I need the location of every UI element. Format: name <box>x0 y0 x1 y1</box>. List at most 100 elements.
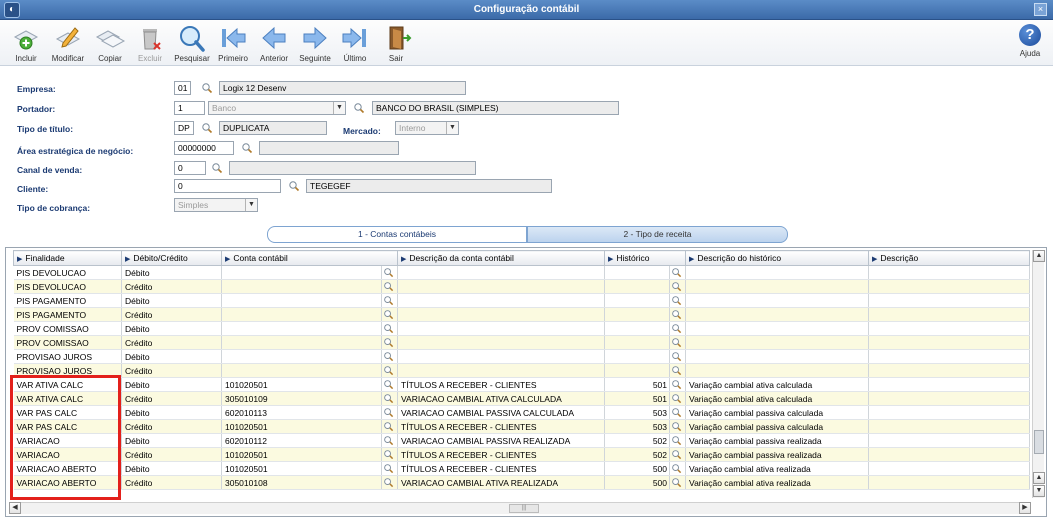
lookup-icon[interactable] <box>671 463 682 474</box>
excluir-button[interactable]: Excluir <box>130 23 170 65</box>
column-header-historico[interactable]: ▶ Histórico <box>604 250 687 266</box>
lookup-icon[interactable] <box>671 281 682 292</box>
tipo-titulo-lookup-icon[interactable] <box>201 122 213 134</box>
cell-conta-lookup[interactable] <box>381 405 399 420</box>
cell-historico[interactable] <box>604 307 671 322</box>
table-row[interactable]: VAR PAS CALC Crédito 101020501 TÍTULOS A RE… <box>13 419 1031 434</box>
cell-historico-lookup[interactable] <box>669 461 687 476</box>
cell-finalidade[interactable]: VAR PAS CALC <box>13 405 122 420</box>
lookup-icon[interactable] <box>671 365 682 376</box>
cell-historico-lookup[interactable] <box>669 335 687 350</box>
lookup-icon[interactable] <box>671 477 682 488</box>
cell-debito-credito[interactable]: Débito <box>121 265 222 280</box>
modificar-button[interactable]: Modificar <box>48 23 88 65</box>
cell-debito-credito[interactable]: Débito <box>121 349 222 364</box>
lookup-icon[interactable] <box>383 393 394 404</box>
tab-contas-contabeis[interactable]: 1 - Contas contábeis <box>267 226 527 243</box>
cell-debito-credito[interactable]: Crédito <box>121 335 222 350</box>
cell-conta-contabil[interactable] <box>221 349 382 364</box>
lookup-icon[interactable] <box>383 449 394 460</box>
lookup-icon[interactable] <box>671 323 682 334</box>
cliente-lookup-icon[interactable] <box>288 180 300 192</box>
lookup-icon[interactable] <box>671 393 682 404</box>
cell-historico[interactable]: 501 <box>604 377 671 392</box>
table-row[interactable]: PROV COMISSAO Débito <box>13 321 1031 336</box>
cell-finalidade[interactable]: VAR ATIVA CALC <box>13 391 122 406</box>
area-lookup-icon[interactable] <box>241 142 253 154</box>
table-row[interactable]: PIS PAGAMENTO Crédito <box>13 307 1031 322</box>
scroll-left-button[interactable]: ◀ <box>9 502 21 514</box>
cell-conta-lookup[interactable] <box>381 475 399 490</box>
lookup-icon[interactable] <box>383 295 394 306</box>
lookup-icon[interactable] <box>383 407 394 418</box>
cell-historico-lookup[interactable] <box>669 293 687 308</box>
cell-debito-credito[interactable]: Crédito <box>121 447 222 462</box>
tipo-titulo-code-field[interactable]: DP <box>174 121 194 135</box>
cell-finalidade[interactable]: PROVISAO JUROS <box>13 363 122 378</box>
cell-conta-lookup[interactable] <box>381 349 399 364</box>
help-button[interactable]: ? Ajuda <box>1015 24 1045 64</box>
close-button[interactable]: × <box>1034 3 1047 16</box>
cell-finalidade[interactable]: PIS DEVOLUCAO <box>13 279 122 294</box>
cell-debito-credito[interactable]: Crédito <box>121 363 222 378</box>
cell-historico[interactable] <box>604 335 671 350</box>
cell-finalidade[interactable]: PIS DEVOLUCAO <box>13 265 122 280</box>
cell-conta-lookup[interactable] <box>381 419 399 434</box>
column-header-descricao-conta[interactable]: ▶ Descrição da conta contábil <box>397 250 606 266</box>
lookup-icon[interactable] <box>383 463 394 474</box>
cell-conta-contabil[interactable] <box>221 321 382 336</box>
table-row[interactable]: PROVISAO JUROS Crédito <box>13 363 1031 378</box>
lookup-icon[interactable] <box>671 435 682 446</box>
cell-historico-lookup[interactable] <box>669 307 687 322</box>
area-code-field[interactable]: 00000000 <box>174 141 234 155</box>
cell-finalidade[interactable]: VARIACAO <box>13 447 122 462</box>
scroll-up-button-lower[interactable]: ▲ <box>1033 472 1045 484</box>
cliente-code-field[interactable]: 0 <box>174 179 281 193</box>
cell-debito-credito[interactable]: Crédito <box>121 279 222 294</box>
lookup-icon[interactable] <box>671 379 682 390</box>
table-row[interactable]: PIS PAGAMENTO Débito <box>13 293 1031 308</box>
cell-conta-contabil[interactable] <box>221 335 382 350</box>
scroll-right-button[interactable]: ▶ <box>1019 502 1031 514</box>
cell-finalidade[interactable]: VARIACAO <box>13 433 122 448</box>
cell-historico-lookup[interactable] <box>669 447 687 462</box>
lookup-icon[interactable] <box>671 421 682 432</box>
cell-historico[interactable]: 502 <box>604 447 671 462</box>
mercado-select[interactable]: Interno ▼ <box>395 121 459 135</box>
cell-historico[interactable] <box>604 321 671 336</box>
lookup-icon[interactable] <box>383 351 394 362</box>
table-row[interactable]: PIS DEVOLUCAO Débito <box>13 265 1031 280</box>
lookup-icon[interactable] <box>671 351 682 362</box>
cell-historico-lookup[interactable] <box>669 265 687 280</box>
cell-historico-lookup[interactable] <box>669 377 687 392</box>
cell-conta-contabil[interactable]: 101020501 <box>221 461 382 476</box>
lookup-icon[interactable] <box>383 379 394 390</box>
column-header-conta-contabil[interactable]: ▶ Conta contábil <box>220 250 399 266</box>
cell-conta-contabil[interactable] <box>221 293 382 308</box>
table-row[interactable]: VAR ATIVA CALC Débito 101020501 TÍTULOS A R… <box>13 377 1031 392</box>
cell-historico-lookup[interactable] <box>669 475 687 490</box>
cell-historico-lookup[interactable] <box>669 349 687 364</box>
table-row[interactable]: VAR ATIVA CALC Crédito 305010109 VARIACAO C… <box>13 391 1031 406</box>
lookup-icon[interactable] <box>383 323 394 334</box>
cell-conta-contabil[interactable]: 602010113 <box>221 405 382 420</box>
cell-finalidade[interactable]: PROVISAO JUROS <box>13 349 122 364</box>
lookup-icon[interactable] <box>383 309 394 320</box>
cell-conta-lookup[interactable] <box>381 433 399 448</box>
cell-historico-lookup[interactable] <box>669 279 687 294</box>
tab-tipo-receita[interactable]: 2 - Tipo de receita <box>527 226 788 243</box>
cell-debito-credito[interactable]: Débito <box>121 293 222 308</box>
cell-conta-lookup[interactable] <box>381 335 399 350</box>
ultimo-button[interactable]: Último <box>335 23 375 65</box>
horizontal-scrollbar[interactable]: ◀ ||| ▶ <box>9 502 1031 514</box>
column-header-debito-credito[interactable]: ▶ Débito/Crédito <box>121 250 222 266</box>
lookup-icon[interactable] <box>383 337 394 348</box>
cell-debito-credito[interactable]: Crédito <box>121 307 222 322</box>
portador-lookup-icon[interactable] <box>353 102 365 114</box>
cell-finalidade[interactable]: PIS PAGAMENTO <box>13 307 122 322</box>
cell-historico[interactable]: 503 <box>604 419 671 434</box>
vertical-scroll-thumb[interactable] <box>1034 430 1044 454</box>
cell-historico[interactable] <box>604 293 671 308</box>
lookup-icon[interactable] <box>671 267 682 278</box>
lookup-icon[interactable] <box>383 281 394 292</box>
